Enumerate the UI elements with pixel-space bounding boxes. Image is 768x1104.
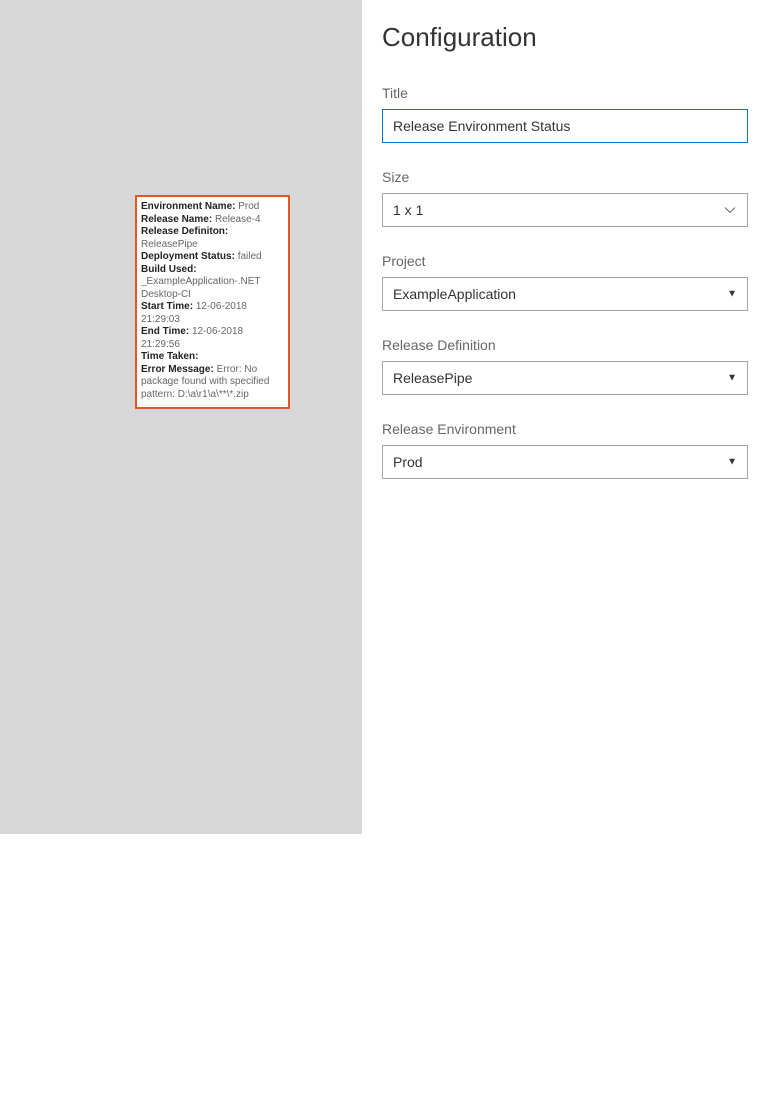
release-definition-select[interactable]: ReleasePipe ▼	[382, 361, 748, 395]
release-environment-label: Release Environment	[382, 421, 748, 437]
tile-row-time-taken: Time Taken:	[141, 351, 284, 364]
tile-row-release-def: Release Definiton: ReleasePipe	[141, 226, 284, 251]
field-release-environment: Release Environment Prod ▼	[382, 421, 748, 479]
status-tile: Environment Name: Prod Release Name: Rel…	[135, 195, 290, 409]
tile-row-env: Environment Name: Prod	[141, 201, 284, 214]
project-select[interactable]: ExampleApplication ▼	[382, 277, 748, 311]
caret-down-icon: ▼	[727, 373, 737, 384]
caret-down-icon: ▼	[727, 457, 737, 468]
field-title: Title	[382, 85, 748, 143]
config-pane: Configuration Title Size 1 x 1 Project E…	[362, 0, 768, 1104]
tile-row-error: Error Message: Error: No package found w…	[141, 364, 284, 402]
title-label: Title	[382, 85, 748, 101]
tile-row-build-used: Build Used: _ExampleApplication-.NET Des…	[141, 264, 284, 302]
release-environment-select-value: Prod	[393, 454, 423, 470]
project-label: Project	[382, 253, 748, 269]
release-environment-select[interactable]: Prod ▼	[382, 445, 748, 479]
tile-row-end-time: End Time: 12-06-2018 21:29:56	[141, 326, 284, 351]
field-project: Project ExampleApplication ▼	[382, 253, 748, 311]
caret-down-icon: ▼	[727, 289, 737, 300]
size-select-value: 1 x 1	[393, 202, 423, 218]
release-definition-select-value: ReleasePipe	[393, 370, 472, 386]
size-label: Size	[382, 169, 748, 185]
tile-row-deploy-status: Deployment Status: failed	[141, 251, 284, 264]
page-title: Configuration	[382, 22, 748, 53]
field-release-definition: Release Definition ReleasePipe ▼	[382, 337, 748, 395]
size-select[interactable]: 1 x 1	[382, 193, 748, 227]
tile-row-start-time: Start Time: 12-06-2018 21:29:03	[141, 301, 284, 326]
preview-pane: Environment Name: Prod Release Name: Rel…	[0, 0, 362, 834]
tile-row-release-name: Release Name: Release-4	[141, 214, 284, 227]
chevron-down-icon	[723, 203, 737, 217]
release-definition-label: Release Definition	[382, 337, 748, 353]
field-size: Size 1 x 1	[382, 169, 748, 227]
project-select-value: ExampleApplication	[393, 286, 516, 302]
title-input[interactable]	[382, 109, 748, 143]
